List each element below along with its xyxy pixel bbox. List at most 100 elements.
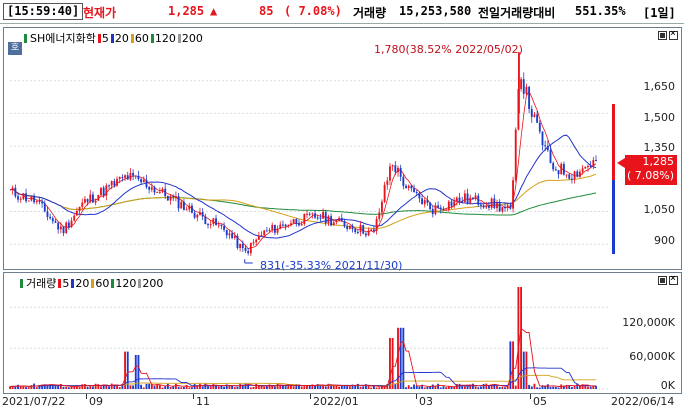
candle-body <box>330 216 333 226</box>
volume-legend: 거래량 5 20 60 120 200 <box>20 275 165 291</box>
price-legend-item[interactable]: 5 <box>97 32 109 45</box>
candle-body <box>298 223 300 226</box>
volume-bar <box>207 386 209 389</box>
candle-body <box>94 200 97 203</box>
volume-bar <box>263 386 266 389</box>
candle-body <box>562 163 565 175</box>
candle-body <box>549 150 552 164</box>
candle-body <box>386 180 389 185</box>
panel-close-icon[interactable] <box>669 273 678 285</box>
candle-body <box>560 163 563 175</box>
volume-bar <box>164 386 167 389</box>
volume-bar <box>89 385 92 389</box>
volume-chart-panel[interactable]: 거래량 5 20 60 120 200 120,000K 60,000K 0K <box>3 272 682 394</box>
candle-body <box>255 239 258 243</box>
volume-legend-label: 60 <box>95 276 110 290</box>
candle-body <box>351 225 354 230</box>
candle-body <box>279 224 282 229</box>
price-legend-item[interactable]: 120 <box>150 32 176 45</box>
volume-bar <box>496 385 498 389</box>
volume-bar <box>105 385 108 389</box>
volume-bar <box>62 386 65 389</box>
volume-bar <box>27 387 30 389</box>
volume-bar <box>514 385 517 389</box>
quote-toggle-button[interactable]: 호 <box>8 42 22 55</box>
candle-body <box>108 185 110 187</box>
candle-body <box>188 205 191 210</box>
volume-bar <box>359 386 362 389</box>
candle-body <box>191 205 193 213</box>
volume-bar <box>453 386 456 389</box>
candle-body <box>86 199 89 202</box>
volume-bar <box>346 386 349 389</box>
panel-close-icon[interactable] <box>669 28 678 40</box>
candle-body <box>215 218 217 226</box>
candle-body <box>199 212 201 215</box>
price-legend-item[interactable]: 200 <box>177 32 203 45</box>
panel-maximize-icon[interactable] <box>658 276 667 285</box>
current-price-tag: 1,285 ( 7.08%) <box>625 155 677 185</box>
candle-body <box>11 187 14 191</box>
price-y-tick: 1,350 <box>643 141 676 154</box>
candle-body <box>204 216 207 225</box>
candle-body <box>359 225 362 233</box>
volume-bar <box>276 383 279 389</box>
volume-bar <box>549 387 552 389</box>
volume-bar <box>335 385 338 389</box>
candle-body <box>41 201 44 204</box>
volume-bar <box>587 386 589 389</box>
volume-bar <box>191 387 193 389</box>
volume-bar <box>410 386 413 389</box>
volume-bar <box>137 355 140 389</box>
candle-body <box>132 172 135 176</box>
prev-volume-ratio-label: 전일거래량대비 <box>478 6 556 20</box>
volume-legend-item[interactable]: 200 <box>138 277 163 290</box>
candle-body <box>570 178 573 180</box>
candle-body <box>466 193 469 204</box>
period-selector[interactable]: [1일] <box>643 4 676 21</box>
candle-body <box>150 187 153 190</box>
candle-body <box>263 230 266 236</box>
volume-bar <box>65 386 68 389</box>
volume-bar <box>217 386 220 389</box>
price-chart-canvas[interactable] <box>4 28 683 271</box>
candle-body <box>584 166 587 169</box>
candle-body <box>207 224 209 226</box>
volume-legend-item[interactable]: 120 <box>111 277 136 290</box>
panel-maximize-icon[interactable] <box>658 31 667 40</box>
legend-swatch-icon <box>130 33 134 43</box>
volume-bar <box>442 386 445 389</box>
price-legend-item[interactable]: 60 <box>130 32 149 45</box>
candle-body <box>38 201 41 203</box>
price-legend-item[interactable]: 20 <box>110 32 129 45</box>
volume-legend-item[interactable]: 60 <box>91 277 109 290</box>
volume-legend-item[interactable]: 5 <box>58 277 69 290</box>
candle-body <box>118 176 121 179</box>
volume-legend-item[interactable]: 20 <box>71 277 89 290</box>
candle-body <box>407 185 410 189</box>
candle-body <box>265 230 268 232</box>
volume-chart-canvas[interactable] <box>4 273 683 395</box>
candle-body <box>512 180 514 209</box>
volume-bar <box>249 387 252 389</box>
volume-bar <box>244 383 247 389</box>
candle-body <box>292 219 295 224</box>
candle-body <box>506 205 509 209</box>
candle-body <box>116 178 118 186</box>
volume-bar <box>509 341 512 389</box>
volume-legend-label: 5 <box>62 276 70 290</box>
candle-body <box>595 159 597 161</box>
price-y-tick: 1,500 <box>643 111 676 124</box>
volume-bar <box>485 383 488 389</box>
volume-bar <box>458 383 461 389</box>
candle-body <box>51 218 54 222</box>
volume-bar <box>552 386 555 389</box>
volume-legend-label: 120 <box>115 276 137 290</box>
x-tick-label: 03 <box>419 395 433 408</box>
volume-bar <box>180 387 183 389</box>
price-chart-panel[interactable]: 호 SH에너지화학 5 20 60 120 200 1,780(38.52% 2022/… <box>3 27 683 272</box>
candle-body <box>33 195 36 203</box>
volume-bar <box>589 386 592 389</box>
volume-bar <box>367 385 370 389</box>
candle-body <box>504 206 506 209</box>
